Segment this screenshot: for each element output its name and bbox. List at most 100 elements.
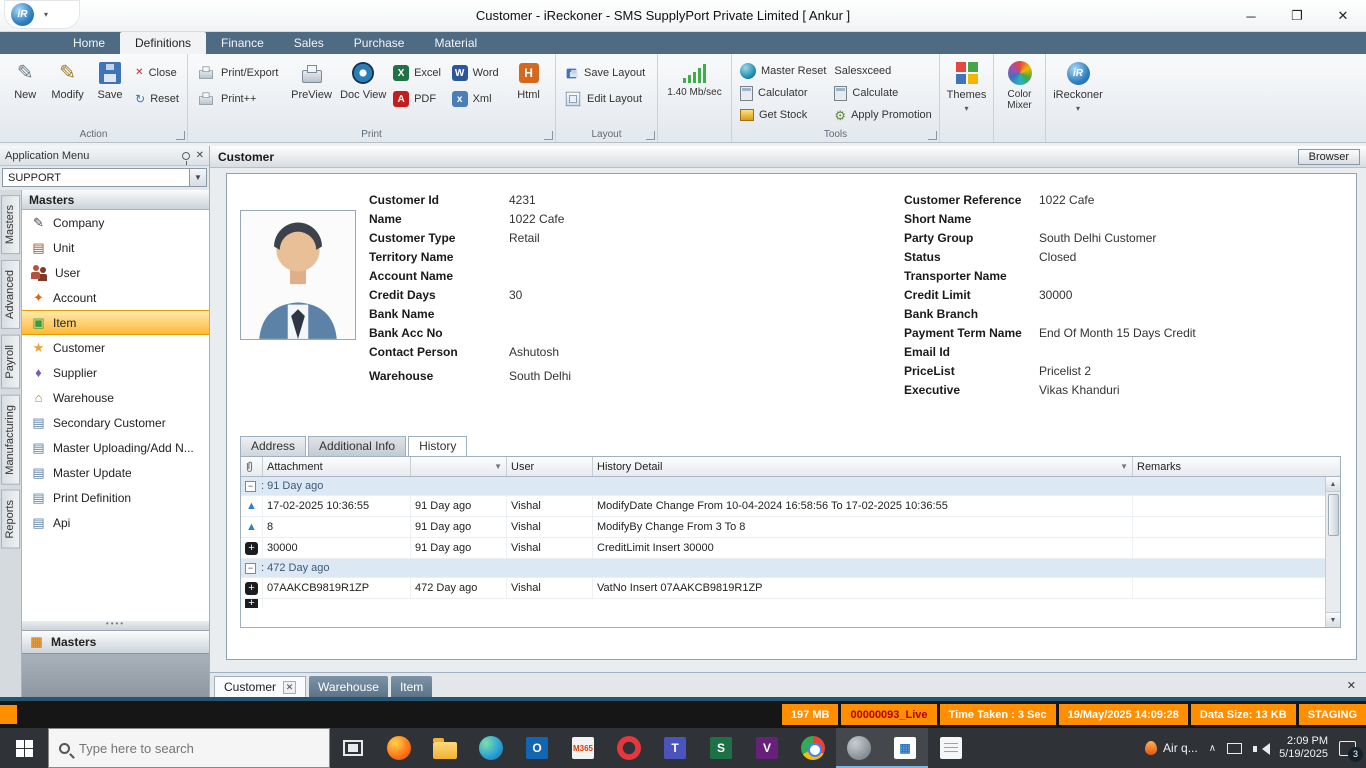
collapse-icon[interactable]: −	[245, 563, 256, 574]
save-button[interactable]: Save	[89, 57, 131, 101]
filter-icon[interactable]: ▼	[494, 462, 502, 471]
file-explorer-button[interactable]	[422, 728, 468, 768]
layout-launcher-icon[interactable]	[646, 131, 655, 140]
tray-expand-icon[interactable]: ∧	[1209, 743, 1216, 754]
get-stock-button[interactable]: Get Stock	[736, 105, 830, 125]
support-dropdown[interactable]: SUPPORT ▼	[2, 168, 207, 187]
new-button[interactable]: ✎ New	[4, 57, 46, 101]
sidebar-item-master-uploading[interactable]: ▤ Master Uploading/Add N...	[22, 435, 209, 460]
sidebar-splitter[interactable]: ••••	[22, 621, 209, 630]
master-reset-button[interactable]: Master Reset	[736, 61, 830, 81]
sidebar-item-account[interactable]: ✦ Account	[22, 285, 209, 310]
group-row-472-days[interactable]: − : 472 Day ago	[241, 559, 1340, 578]
doc-tab-item[interactable]: Item	[391, 676, 432, 697]
tab-definitions[interactable]: Definitions	[120, 32, 206, 54]
vtab-masters[interactable]: Masters	[1, 195, 20, 254]
vtab-advanced[interactable]: Advanced	[1, 260, 20, 329]
notification-icon[interactable]: 3	[1339, 741, 1356, 756]
word-button[interactable]: W Word	[448, 63, 507, 83]
vtab-reports[interactable]: Reports	[1, 490, 20, 549]
themes-button[interactable]: Themes ▾	[944, 57, 989, 113]
column-header-remarks[interactable]: Remarks	[1133, 457, 1340, 476]
ireckoner-button[interactable]: iR iReckoner ▾	[1050, 57, 1106, 113]
task-view-button[interactable]	[330, 728, 376, 768]
notepad-button[interactable]	[928, 728, 974, 768]
history-row[interactable]: ▲ 8 91 Day ago Vishal ModifyBy Change Fr…	[241, 517, 1340, 538]
calculator-button[interactable]: Calculator	[736, 83, 830, 103]
sidebar-item-user[interactable]: User	[22, 260, 209, 285]
history-row[interactable]: ▲ 17-02-2025 10:36:55 91 Day ago Vishal …	[241, 496, 1340, 517]
scroll-down-icon[interactable]: ▼	[1326, 612, 1341, 627]
tab-home[interactable]: Home	[58, 32, 120, 54]
start-button[interactable]	[0, 728, 48, 768]
tab-material[interactable]: Material	[419, 32, 492, 54]
column-header-history-detail[interactable]: History Detail▼	[593, 457, 1133, 476]
volume-icon[interactable]	[1253, 742, 1268, 755]
minimize-button[interactable]: ─	[1228, 0, 1274, 32]
sidebar-item-api[interactable]: ▤ Api	[22, 510, 209, 535]
column-header-age[interactable]: ▼	[411, 457, 507, 476]
print-export-button[interactable]: Print/Export	[192, 63, 286, 83]
save-layout-button[interactable]: Save Layout	[560, 63, 649, 83]
qat-dropdown-icon[interactable]: ▾	[44, 10, 48, 19]
vtab-payroll[interactable]: Payroll	[1, 335, 20, 389]
calculate-button[interactable]: Calculate	[830, 83, 935, 103]
sidebar-item-print-definition[interactable]: ▤ Print Definition	[22, 485, 209, 510]
doc-tab-customer[interactable]: Customer ✕	[214, 676, 306, 697]
close-record-button[interactable]: ✕ Close	[131, 63, 183, 83]
taskbar-clock[interactable]: 2:09 PM 5/19/2025	[1279, 735, 1328, 761]
taskbar-search[interactable]	[48, 728, 330, 768]
action-launcher-icon[interactable]	[176, 131, 185, 140]
tab-history[interactable]: History	[408, 436, 467, 456]
tab-address[interactable]: Address	[240, 436, 306, 456]
preview-button[interactable]: PreView	[286, 57, 338, 101]
tab-finance[interactable]: Finance	[206, 32, 279, 54]
column-header-attachment[interactable]: Attachment	[263, 457, 411, 476]
attachment-column-icon-header[interactable]	[241, 457, 263, 476]
firefox-button[interactable]	[376, 728, 422, 768]
edit-layout-button[interactable]: Edit Layout	[560, 89, 649, 109]
xml-button[interactable]: x Xml	[448, 89, 507, 109]
masters-bottom-button[interactable]: ▦ Masters	[22, 630, 209, 653]
tools-launcher-icon[interactable]	[928, 131, 937, 140]
tabbar-close-icon[interactable]: ✕	[1347, 679, 1362, 692]
tab-close-icon[interactable]: ✕	[283, 681, 296, 694]
sharepoint-button[interactable]: S	[698, 728, 744, 768]
html-button[interactable]: H Html	[506, 57, 551, 101]
panel-close-icon[interactable]: ✕	[196, 150, 204, 161]
sidebar-item-supplier[interactable]: ♦ Supplier	[22, 360, 209, 385]
m365-button[interactable]: M365	[560, 728, 606, 768]
search-input[interactable]	[79, 741, 319, 756]
print-plus-button[interactable]: Print++	[192, 89, 286, 109]
outlook-button[interactable]: O	[514, 728, 560, 768]
filter-icon[interactable]: ▼	[1120, 462, 1128, 471]
pin-icon[interactable]	[182, 152, 190, 160]
sidebar-item-master-update[interactable]: ▤ Master Update	[22, 460, 209, 485]
browser-button[interactable]: Browser	[1298, 149, 1360, 165]
excel-button[interactable]: X Excel	[389, 63, 448, 83]
teams-button[interactable]: T	[652, 728, 698, 768]
display-icon[interactable]	[1227, 743, 1242, 754]
opera-button[interactable]	[606, 728, 652, 768]
modify-button[interactable]: ✎ Modify	[46, 57, 88, 101]
chrome-button[interactable]	[790, 728, 836, 768]
sidebar-item-customer[interactable]: ★ Customer	[22, 335, 209, 360]
reset-button[interactable]: ↻ Reset	[131, 89, 183, 109]
doc-view-button[interactable]: Doc View	[337, 57, 389, 101]
sidebar-item-item[interactable]: ▣ Item	[22, 310, 209, 335]
sidebar-item-secondary-customer[interactable]: ▤ Secondary Customer	[22, 410, 209, 435]
vtab-manufacturing[interactable]: Manufacturing	[1, 395, 20, 485]
pdf-button[interactable]: A PDF	[389, 89, 448, 109]
quick-access-toolbar[interactable]: iR ▾	[4, 0, 80, 29]
tab-sales[interactable]: Sales	[279, 32, 339, 54]
scrollbar-thumb[interactable]	[1328, 494, 1339, 536]
print-launcher-icon[interactable]	[544, 131, 553, 140]
active-app-button[interactable]	[836, 728, 882, 768]
column-header-user[interactable]: User	[507, 457, 593, 476]
sidebar-item-unit[interactable]: ▤ Unit	[22, 235, 209, 260]
color-mixer-button[interactable]: Color Mixer	[998, 57, 1041, 111]
collapse-icon[interactable]: −	[245, 481, 256, 492]
visual-studio-button[interactable]: V	[744, 728, 790, 768]
sidebar-item-warehouse[interactable]: ⌂ Warehouse	[22, 385, 209, 410]
edge-button[interactable]	[468, 728, 514, 768]
